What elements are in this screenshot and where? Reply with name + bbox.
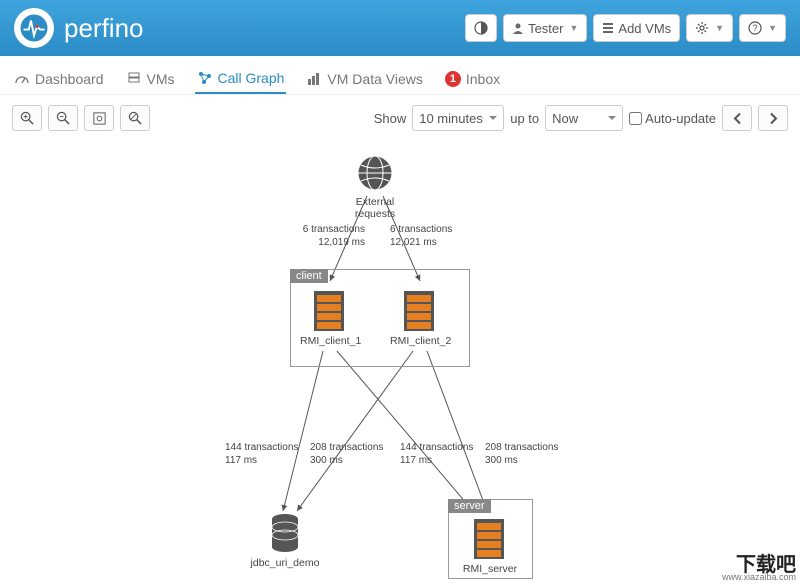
server-node[interactable] <box>470 517 508 564</box>
zoom-out-button[interactable] <box>48 105 78 131</box>
fit-button[interactable] <box>84 105 114 131</box>
user-menu-button[interactable]: Tester▼ <box>503 14 587 42</box>
help-button[interactable]: ?▼ <box>739 14 786 42</box>
chevron-right-icon <box>766 111 781 126</box>
prev-button[interactable] <box>722 105 752 131</box>
help-icon: ? <box>748 21 762 35</box>
inbox-badge: 1 <box>445 71 461 87</box>
auto-update-checkbox[interactable]: Auto-update <box>629 111 716 126</box>
gauge-icon <box>14 71 30 87</box>
settings-button[interactable]: ▼ <box>686 14 733 42</box>
jdbc-node[interactable] <box>268 513 302 558</box>
zoom-reset-icon <box>128 111 143 126</box>
duration-select[interactable]: 10 minutes <box>412 105 504 131</box>
upto-label: up to <box>510 111 539 126</box>
logo <box>14 8 54 48</box>
toolbar: Show 10 minutes up to Now Auto-update <box>0 95 800 141</box>
server-label: RMI_server <box>460 563 520 575</box>
chevron-left-icon <box>730 111 745 126</box>
list-icon <box>602 22 614 34</box>
edge-c1-server: 208 transactions300 ms <box>310 441 383 467</box>
server-group-label: server <box>448 499 491 513</box>
add-vms-button[interactable]: Add VMs <box>593 14 680 42</box>
tab-vm-data-views[interactable]: VM Data Views <box>304 65 424 93</box>
chart-icon <box>306 71 322 87</box>
theme-toggle-button[interactable] <box>465 14 497 42</box>
client2-label: RMI_client_2 <box>390 335 450 347</box>
graph-icon <box>197 70 213 86</box>
client2-node[interactable] <box>400 289 438 336</box>
edge-root-client1: 6 transactions12,019 ms <box>295 223 365 249</box>
user-label: Tester <box>528 21 563 36</box>
zoom-in-icon <box>20 111 35 126</box>
edge-c2-server: 208 transactions300 ms <box>485 441 558 467</box>
nav-tabs: Dashboard VMs Call Graph VM Data Views 1… <box>0 56 800 95</box>
tab-dashboard[interactable]: Dashboard <box>12 65 106 93</box>
svg-text:?: ? <box>753 23 758 33</box>
external-requests-node[interactable] <box>355 153 395 196</box>
tab-call-graph[interactable]: Call Graph <box>195 64 287 94</box>
show-label: Show <box>374 111 407 126</box>
zoom-in-button[interactable] <box>12 105 42 131</box>
add-vms-label: Add VMs <box>618 21 671 36</box>
edge-c1-jdbc: 144 transactions117 ms <box>225 441 298 467</box>
edge-c2-jdbc: 144 transactions117 ms <box>400 441 473 467</box>
client-group-label: client <box>290 269 328 283</box>
server-icon <box>470 517 508 561</box>
fit-icon <box>92 111 107 126</box>
user-icon <box>512 22 524 34</box>
server-icon <box>400 289 438 333</box>
edge-root-client2: 6 transactions12,021 ms <box>390 223 452 249</box>
upto-select[interactable]: Now <box>545 105 623 131</box>
tab-inbox[interactable]: 1Inbox <box>443 65 502 93</box>
next-button[interactable] <box>758 105 788 131</box>
gear-icon <box>695 21 709 35</box>
globe-icon <box>355 153 395 193</box>
external-requests-label: External requests <box>335 196 415 220</box>
brand-name: perfino <box>64 13 144 44</box>
zoom-out-icon <box>56 111 71 126</box>
app-header: perfino Tester▼ Add VMs ▼ ?▼ <box>0 0 800 56</box>
call-graph-canvas[interactable]: External requests 6 transactions12,019 m… <box>0 141 800 581</box>
client1-label: RMI_client_1 <box>300 335 360 347</box>
server-icon <box>310 289 348 333</box>
database-icon <box>268 513 302 555</box>
client1-node[interactable] <box>310 289 348 336</box>
jdbc-label: jdbc_uri_demo <box>250 557 320 569</box>
contrast-icon <box>474 21 488 35</box>
tab-vms[interactable]: VMs <box>124 65 177 93</box>
server-icon <box>126 71 142 87</box>
zoom-reset-button[interactable] <box>120 105 150 131</box>
